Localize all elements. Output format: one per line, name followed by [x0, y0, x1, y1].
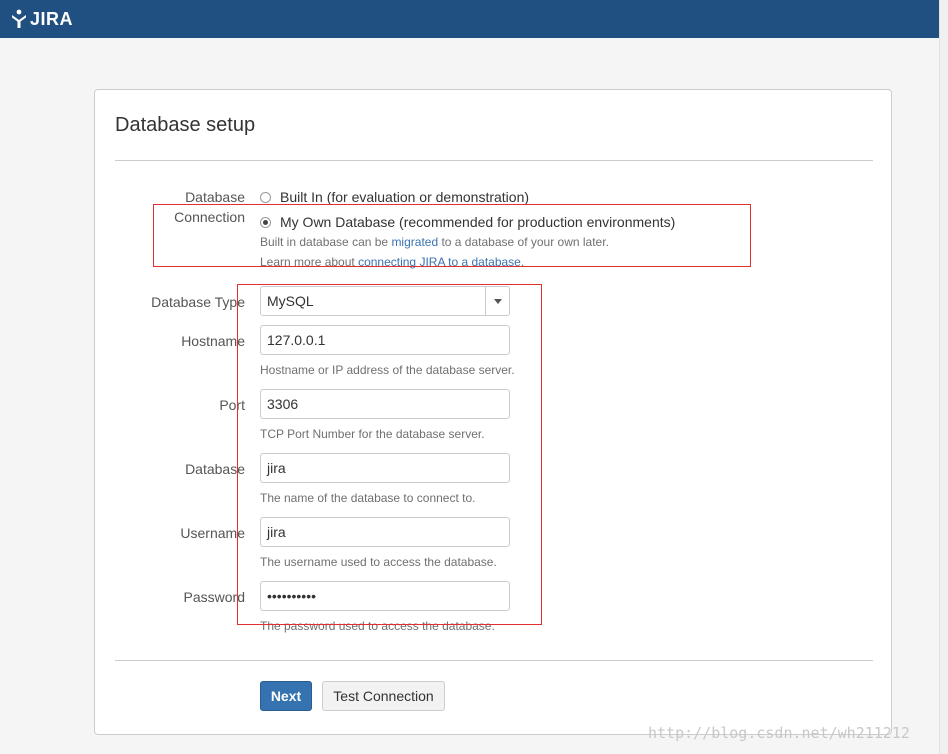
radio-builtin-option[interactable]: Built In (for evaluation or demonstratio…	[260, 189, 529, 205]
test-connection-button[interactable]: Test Connection	[322, 681, 445, 711]
username-hint: The username used to access the database…	[260, 555, 497, 569]
radio-builtin[interactable]	[260, 191, 271, 203]
migration-hint-text: Built in database can be	[260, 235, 392, 249]
database-type-label: Database Type	[151, 294, 245, 310]
actions-divider	[115, 660, 873, 661]
password-label: Password	[183, 589, 245, 605]
migration-hint-suffix: to a database of your own later.	[438, 235, 609, 249]
page-scrollbar[interactable]	[939, 0, 948, 754]
chevron-down-icon[interactable]	[485, 287, 509, 315]
connecting-jira-link[interactable]: connecting JIRA to a database	[358, 255, 521, 269]
database-name-label: Database	[185, 461, 245, 477]
password-input[interactable]: ••••••••••	[260, 581, 510, 611]
radio-builtin-label: Built In (for evaluation or demonstratio…	[280, 189, 530, 205]
learn-more-suffix: .	[520, 255, 525, 269]
watermark-text: http://blog.csdn.net/wh211212	[648, 724, 910, 742]
port-hint: TCP Port Number for the database server.	[260, 427, 485, 441]
database-setup-panel: Database setup Database Connection Built…	[94, 89, 892, 735]
radio-own-label: My Own Database (recommended for product…	[280, 214, 676, 230]
hostname-input[interactable]: 127.0.0.1	[260, 325, 510, 355]
password-hint: The password used to access the database…	[260, 619, 495, 633]
hostname-hint: Hostname or IP address of the database s…	[260, 363, 515, 377]
top-navigation-bar: JIRA	[0, 0, 940, 38]
jira-logo[interactable]: JIRA	[10, 8, 73, 30]
next-button[interactable]: Next	[260, 681, 312, 711]
migration-hint: Built in database can be migrated to a d…	[260, 235, 609, 249]
database-name-hint: The name of the database to connect to.	[260, 491, 476, 505]
database-name-input[interactable]: jira	[260, 453, 510, 483]
learn-more-text: Learn more about	[260, 255, 359, 269]
port-input[interactable]: 3306	[260, 389, 510, 419]
connection-label-line2: Connection	[174, 209, 245, 225]
connection-label-line1: Database	[185, 189, 245, 205]
port-label: Port	[219, 397, 245, 413]
username-input[interactable]: jira	[260, 517, 510, 547]
logo-text: JIRA	[30, 8, 74, 29]
database-type-select[interactable]: MySQL	[260, 286, 510, 316]
learn-more-hint: Learn more about connecting JIRA to a da…	[260, 255, 524, 269]
database-type-value: MySQL	[267, 293, 314, 309]
title-divider	[115, 160, 873, 161]
username-label: Username	[180, 525, 245, 541]
migrated-link[interactable]: migrated	[391, 235, 438, 249]
jira-logo-icon	[12, 9, 26, 28]
radio-own[interactable]	[260, 216, 271, 228]
radio-own-option[interactable]: My Own Database (recommended for product…	[260, 214, 675, 230]
hostname-label: Hostname	[181, 333, 245, 349]
page-title: Database setup	[115, 114, 256, 136]
